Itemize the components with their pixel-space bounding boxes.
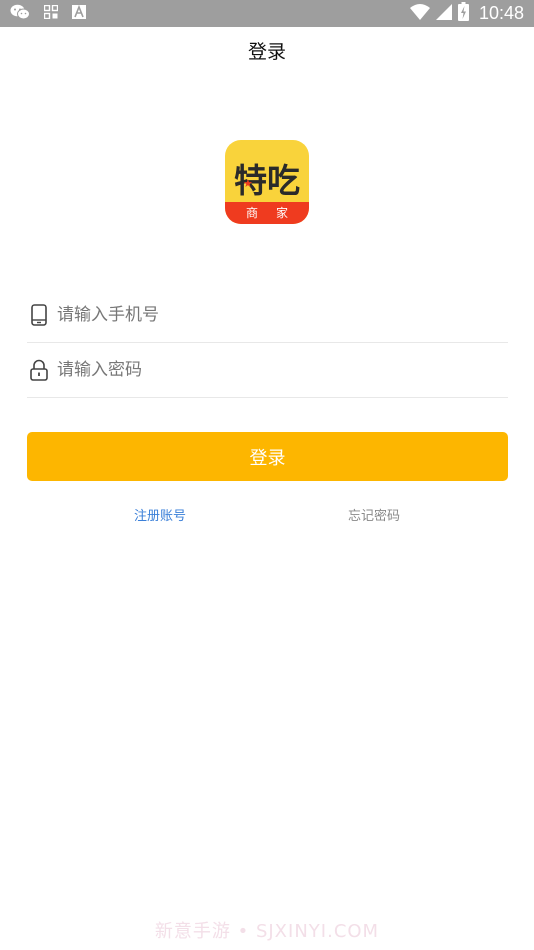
register-link[interactable]: 注册账号 (134, 505, 186, 524)
status-bar: 10:48 (0, 0, 534, 27)
forgot-password-link[interactable]: 忘记密码 (348, 505, 400, 524)
phone-input[interactable] (57, 304, 487, 325)
login-button[interactable]: 登录 (27, 432, 508, 481)
star-icon: ★ (243, 177, 253, 190)
cell-signal-icon (435, 3, 452, 24)
logo-sub-text: 商家 (245, 206, 306, 220)
status-left (10, 4, 86, 24)
text-a-icon (72, 4, 86, 23)
lock-icon (28, 358, 50, 382)
page-title: 登录 (247, 40, 286, 63)
title-bar: 登录 (0, 27, 534, 73)
app-logo: 特吃 ★ 商家 (225, 140, 309, 224)
password-input[interactable] (57, 359, 487, 380)
wechat-icon (10, 4, 30, 24)
battery-charging-icon (457, 2, 469, 25)
password-field-row (27, 342, 508, 398)
logo-main-text: 特吃 (234, 161, 300, 200)
watermark: 新意手游 • SJXINYI.COM (154, 921, 380, 942)
status-time: 10:48 (478, 3, 524, 23)
phone-icon (28, 303, 50, 327)
wifi-icon (409, 3, 430, 24)
phone-field-row (27, 287, 508, 343)
status-right: 10:48 (409, 2, 524, 25)
app-grid-icon (43, 4, 59, 23)
